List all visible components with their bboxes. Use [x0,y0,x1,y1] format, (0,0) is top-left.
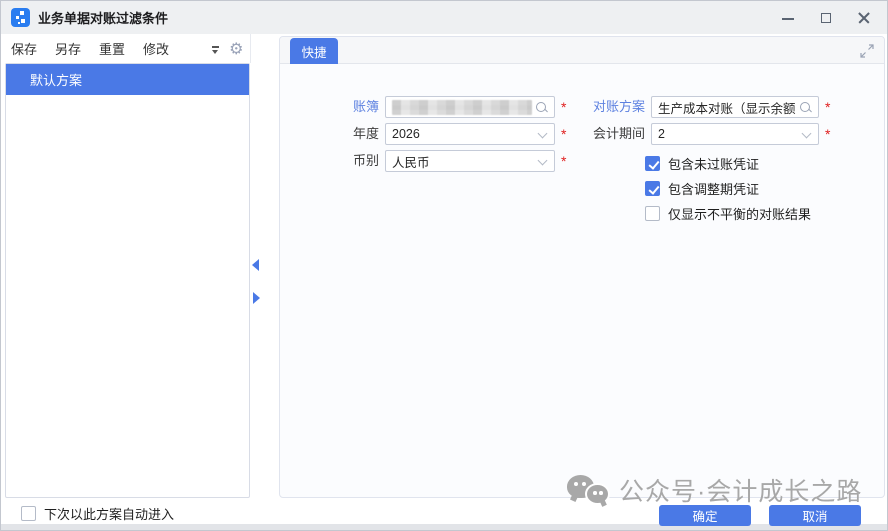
currency-label: 币别 [309,150,379,172]
chevron-down-icon[interactable] [802,129,812,139]
modify-button[interactable]: 修改 [143,39,169,58]
recon-scheme-label[interactable]: 对账方案 [575,96,645,118]
ledger-value-redacted [392,100,532,115]
year-label: 年度 [309,123,379,145]
checkbox-label: 包含未过账凭证 [668,154,759,173]
close-icon[interactable] [857,11,871,25]
currency-select[interactable]: 人民币 [385,150,555,172]
bottom-strip [1,524,887,530]
period-label: 会计期间 [575,123,645,145]
tabstrip: 快捷 [280,37,884,64]
scheme-list-panel: 默认方案 [5,63,250,498]
scheme-toolbar: 保存 另存 重置 修改 ⚙ [1,34,251,63]
chevron-down-icon[interactable] [538,129,548,139]
checkbox-include-unposted[interactable]: 包含未过账凭证 [645,154,759,173]
checkbox-icon[interactable] [21,506,36,521]
titlebar: 业务单据对账过滤条件 [1,1,887,34]
recon-scheme-lookup-input[interactable]: 生产成本对账（显示余额） [651,96,819,118]
scheme-field-row: 对账方案 生产成本对账（显示余额） * [575,96,830,118]
checkbox-label: 仅显示不平衡的对账结果 [668,204,811,223]
maximize-icon[interactable] [819,11,833,25]
ledger-field-row: 账簿 * [309,96,566,118]
reset-button[interactable]: 重置 [99,39,125,58]
scheme-list-item-default[interactable]: 默认方案 [6,64,249,95]
cancel-button[interactable]: 取消 [769,505,861,526]
recon-scheme-value: 生产成本对账（显示余额） [658,98,796,117]
year-value: 2026 [392,127,420,141]
year-select[interactable]: 2026 [385,123,555,145]
fullscreen-icon[interactable] [860,44,874,58]
checkbox-only-unbalanced[interactable]: 仅显示不平衡的对账结果 [645,204,811,223]
chevron-down-icon[interactable] [538,156,548,166]
required-marker: * [825,123,830,145]
currency-value: 人民币 [392,152,430,171]
save-button[interactable]: 保存 [11,39,37,58]
save-as-button[interactable]: 另存 [55,39,81,58]
period-select[interactable]: 2 [651,123,819,145]
minimize-icon[interactable] [781,11,795,25]
checkbox-icon[interactable] [645,181,660,196]
filter-panel: 快捷 账簿 * 年度 2026 * 币别 人民币 [279,36,885,498]
filter-dialog-window: 业务单据对账过滤条件 保存 另存 重置 修改 ⚙ 默认方案 快捷 [0,0,888,531]
toolbar-more-icon[interactable] [211,43,221,55]
year-field-row: 年度 2026 * [309,123,566,145]
checkbox-icon[interactable] [645,206,660,221]
currency-field-row: 币别 人民币 * [309,150,566,172]
window-controls [781,11,877,25]
scheme-item-label: 默认方案 [30,70,82,89]
ok-button[interactable]: 确定 [659,505,751,526]
auto-enter-checkbox[interactable]: 下次以此方案自动进入 [21,504,174,523]
period-field-row: 会计期间 2 * [575,123,830,145]
tab-quick[interactable]: 快捷 [290,38,338,64]
checkbox-label: 包含调整期凭证 [668,179,759,198]
auto-enter-label: 下次以此方案自动进入 [44,504,174,523]
required-marker: * [561,123,566,145]
required-marker: * [561,150,566,172]
search-icon[interactable] [799,101,812,114]
required-marker: * [561,96,566,118]
period-value: 2 [658,127,665,141]
ledger-label[interactable]: 账簿 [309,96,379,118]
gear-icon[interactable]: ⚙ [229,41,243,57]
ledger-lookup-input[interactable] [385,96,555,118]
search-icon[interactable] [535,101,548,114]
app-logo-icon [11,8,30,27]
dialog-title: 业务单据对账过滤条件 [38,8,168,27]
checkbox-include-adjustment[interactable]: 包含调整期凭证 [645,179,759,198]
tab-quick-label: 快捷 [301,42,326,61]
required-marker: * [825,96,830,118]
checkbox-icon[interactable] [645,156,660,171]
expand-right-icon[interactable] [253,292,260,304]
collapse-left-icon[interactable] [252,259,259,271]
